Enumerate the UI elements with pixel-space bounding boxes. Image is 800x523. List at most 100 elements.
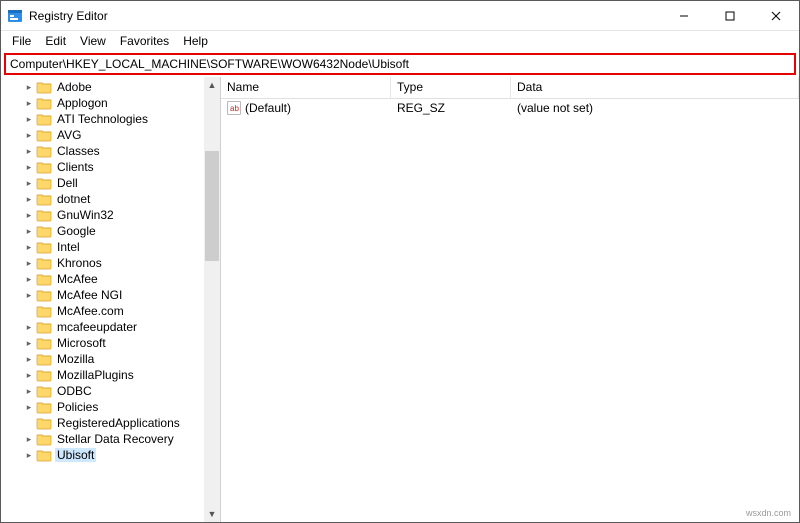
expand-icon[interactable]: ▸ — [23, 98, 35, 109]
expand-icon[interactable]: ▸ — [23, 402, 35, 413]
col-data[interactable]: Data — [511, 77, 799, 98]
expand-icon[interactable]: ▸ — [23, 242, 35, 253]
expand-icon[interactable]: ▸ — [23, 82, 35, 93]
value-name-cell: ab(Default) — [221, 101, 391, 115]
expand-icon[interactable]: ▸ — [23, 434, 35, 445]
menu-favorites[interactable]: Favorites — [113, 32, 176, 50]
tree-node-odbc[interactable]: ▸ ODBC — [5, 383, 204, 399]
expand-icon[interactable]: ▸ — [23, 258, 35, 269]
value-row[interactable]: ab(Default)REG_SZ(value not set) — [221, 99, 799, 117]
registry-tree[interactable]: ▸Adobe▸Applogon▸ATI Technologies▸AVG▸Cla… — [1, 77, 204, 465]
values-list[interactable]: ab(Default)REG_SZ(value not set) — [221, 99, 799, 522]
tree-node-label: ODBC — [55, 384, 94, 398]
tree-node-label: GnuWin32 — [55, 208, 116, 222]
menubar: File Edit View Favorites Help — [1, 31, 799, 51]
value-type-cell: REG_SZ — [391, 101, 511, 115]
scroll-down-button[interactable]: ▼ — [204, 506, 220, 522]
minimize-button[interactable] — [661, 1, 707, 30]
expand-icon[interactable]: ▸ — [23, 146, 35, 157]
tree-node-label: Khronos — [55, 256, 104, 270]
expand-icon[interactable]: ▸ — [23, 194, 35, 205]
tree-node-label: McAfee — [55, 272, 100, 286]
tree-node-ati-technologies[interactable]: ▸ ATI Technologies — [5, 111, 204, 127]
watermark: wsxdn.com — [746, 508, 791, 518]
tree-node-gnuwin32[interactable]: ▸ GnuWin32 — [5, 207, 204, 223]
tree-node-label: Intel — [55, 240, 82, 254]
tree-node-label: McAfee NGI — [55, 288, 124, 302]
tree-node-label: Microsoft — [55, 336, 108, 350]
tree-node-label: Mozilla — [55, 352, 96, 366]
tree-node-mcafeeupdater[interactable]: ▸ mcafeeupdater — [5, 319, 204, 335]
tree-node-label: Ubisoft — [55, 448, 96, 462]
expand-icon[interactable]: ▸ — [23, 162, 35, 173]
menu-file[interactable]: File — [5, 32, 38, 50]
tree-node-intel[interactable]: ▸ Intel — [5, 239, 204, 255]
expand-icon[interactable]: ▸ — [23, 226, 35, 237]
tree-node-dell[interactable]: ▸ Dell — [5, 175, 204, 191]
menu-view[interactable]: View — [73, 32, 113, 50]
tree-scrollbar[interactable]: ▲ ▼ — [204, 77, 220, 522]
scroll-up-button[interactable]: ▲ — [204, 77, 220, 93]
tree-node-label: Clients — [55, 160, 96, 174]
address-input[interactable] — [10, 57, 790, 71]
tree-node-label: Applogon — [55, 96, 110, 110]
values-pane: Name Type Data ab(Default)REG_SZ(value n… — [221, 77, 799, 522]
expand-icon[interactable]: ▸ — [23, 130, 35, 141]
tree-node-mozillaplugins[interactable]: ▸MozillaPlugins — [5, 367, 204, 383]
address-bar[interactable] — [4, 53, 796, 75]
tree-node-clients[interactable]: ▸ Clients — [5, 159, 204, 175]
tree-node-khronos[interactable]: ▸ Khronos — [5, 255, 204, 271]
tree-node-microsoft[interactable]: ▸ Microsoft — [5, 335, 204, 351]
expand-icon[interactable]: ▸ — [23, 178, 35, 189]
tree-pane: ▸Adobe▸Applogon▸ATI Technologies▸AVG▸Cla… — [1, 77, 221, 522]
tree-node-label: RegisteredApplications — [55, 416, 182, 430]
expand-icon[interactable]: ▸ — [23, 354, 35, 365]
window-buttons — [661, 1, 799, 30]
expand-icon[interactable]: ▸ — [23, 274, 35, 285]
expand-icon[interactable]: ▸ — [23, 210, 35, 221]
expand-icon[interactable]: ▸ — [23, 450, 35, 461]
tree-node-avg[interactable]: ▸AVG — [5, 127, 204, 143]
menu-help[interactable]: Help — [176, 32, 215, 50]
tree-node-mcafee-com[interactable]: McAfee.com — [5, 303, 204, 319]
scroll-thumb[interactable] — [205, 151, 219, 261]
tree-node-dotnet[interactable]: ▸dotnet — [5, 191, 204, 207]
expand-icon[interactable]: ▸ — [23, 338, 35, 349]
expand-icon[interactable]: ▸ — [23, 370, 35, 381]
tree-node-stellar-data-recovery[interactable]: ▸ Stellar Data Recovery — [5, 431, 204, 447]
values-header: Name Type Data — [221, 77, 799, 99]
tree-node-label: Policies — [55, 400, 100, 414]
close-button[interactable] — [753, 1, 799, 30]
titlebar[interactable]: Registry Editor — [1, 1, 799, 31]
tree-node-adobe[interactable]: ▸Adobe — [5, 79, 204, 95]
tree-node-label: mcafeeupdater — [55, 320, 139, 334]
expand-icon[interactable]: ▸ — [23, 114, 35, 125]
value-name: (Default) — [245, 101, 291, 115]
client-area: ▸Adobe▸Applogon▸ATI Technologies▸AVG▸Cla… — [1, 77, 799, 522]
registry-editor-window: Registry Editor File Edit View Favorites… — [0, 0, 800, 523]
expand-icon[interactable]: ▸ — [23, 290, 35, 301]
app-icon — [7, 8, 23, 24]
value-data-cell: (value not set) — [511, 101, 799, 115]
tree-node-mcafee[interactable]: ▸ McAfee — [5, 271, 204, 287]
tree-node-policies[interactable]: ▸ Policies — [5, 399, 204, 415]
tree-node-classes[interactable]: ▸ Classes — [5, 143, 204, 159]
tree-node-google[interactable]: ▸ Google — [5, 223, 204, 239]
tree-node-mcafee-ngi[interactable]: ▸ McAfee NGI — [5, 287, 204, 303]
col-name[interactable]: Name — [221, 77, 391, 98]
maximize-button[interactable] — [707, 1, 753, 30]
expand-icon[interactable]: ▸ — [23, 322, 35, 333]
tree-node-label: Classes — [55, 144, 102, 158]
menu-edit[interactable]: Edit — [38, 32, 73, 50]
tree-node-label: Stellar Data Recovery — [55, 432, 176, 446]
tree-node-label: Dell — [55, 176, 80, 190]
tree-node-ubisoft[interactable]: ▸ Ubisoft — [5, 447, 204, 463]
tree-node-registeredapplications[interactable]: RegisteredApplications — [5, 415, 204, 431]
tree-node-applogon[interactable]: ▸ Applogon — [5, 95, 204, 111]
window-title: Registry Editor — [29, 9, 661, 23]
tree-node-label: ATI Technologies — [55, 112, 150, 126]
tree-node-mozilla[interactable]: ▸ Mozilla — [5, 351, 204, 367]
tree-node-label: Google — [55, 224, 98, 238]
col-type[interactable]: Type — [391, 77, 511, 98]
expand-icon[interactable]: ▸ — [23, 386, 35, 397]
